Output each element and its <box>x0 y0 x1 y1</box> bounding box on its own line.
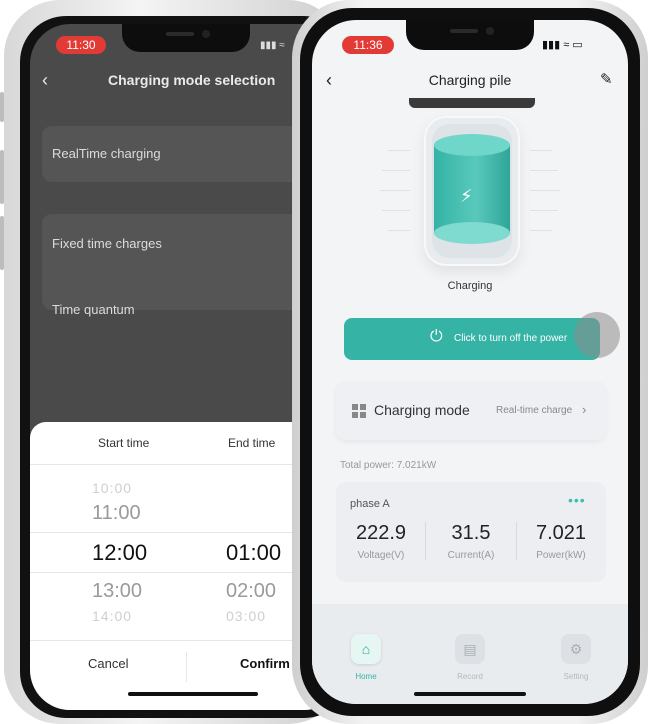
time-quantum-label: Time quantum <box>52 302 135 317</box>
back-arrow-icon[interactable]: ‹ <box>42 70 48 91</box>
voltage-value: 222.9 <box>355 522 407 544</box>
end-time-option[interactable]: 02:00 <box>226 580 276 603</box>
current-label: Current(A) <box>447 550 495 561</box>
tab-bar: ⌂ Home ▤ Record ⚙ Setting <box>312 604 628 704</box>
tab-label: Setting <box>563 672 589 681</box>
start-time-header: Start time <box>98 436 150 450</box>
page-title: Charging mode selection <box>108 72 276 88</box>
tab-label: Record <box>457 672 483 681</box>
signal-icon: ▮▮▮ ≈ <box>260 40 285 51</box>
tab-record[interactable]: ▤ Record <box>440 634 500 681</box>
option-label: RealTime charging <box>52 146 161 161</box>
tab-label: Home <box>355 672 377 681</box>
power-button-label: Click to turn off the power <box>454 333 568 344</box>
total-power: Total power: 7.021kW <box>340 460 437 471</box>
side-button <box>0 216 4 270</box>
cancel-button[interactable]: Cancel <box>88 656 128 671</box>
end-time-header: End time <box>228 436 276 450</box>
charger-top-bar <box>409 98 535 108</box>
status-time: 11:30 <box>56 36 106 54</box>
charging-mode-row[interactable]: Charging mode Real-time charge › <box>336 382 606 440</box>
charging-mode-label: Charging mode <box>374 402 470 418</box>
phase-card: phase A ••• 222.9 Voltage(V) 31.5 Curren… <box>336 482 606 582</box>
tab-home[interactable]: ⌂ Home <box>336 634 396 681</box>
option-label: Fixed time charges <box>52 236 162 251</box>
touch-indicator <box>574 312 620 358</box>
home-icon: ⌂ <box>351 634 381 664</box>
home-indicator <box>414 692 526 696</box>
power-icon: ⏻ <box>430 328 443 345</box>
grid-icon <box>352 404 366 418</box>
status-time: 11:36 <box>342 36 394 54</box>
power-value: 7.021 <box>535 522 587 544</box>
current-value: 31.5 <box>451 522 491 544</box>
lightning-bolt-icon: ⚡ <box>460 186 473 206</box>
charging-status: Charging <box>447 280 493 292</box>
front-phone-screen: 11:36 ▮▮▮ ≈ ▭ ‹ Charging pile ✎ ⚡ Chargi… <box>312 20 628 704</box>
status-icons: ▮▮▮ ≈ ▭ <box>542 39 583 51</box>
start-time-option[interactable]: 10:00 <box>92 480 132 496</box>
voltage-label: Voltage(V) <box>357 550 405 561</box>
start-time-option[interactable]: 14:00 <box>92 608 132 624</box>
page-title: Charging pile <box>428 72 512 88</box>
phase-name: phase A <box>350 498 390 510</box>
charging-mode-value: Real-time charge <box>496 405 573 416</box>
confirm-button[interactable]: Confirm <box>240 656 290 671</box>
more-dots-icon[interactable]: ••• <box>568 492 586 508</box>
start-time-option[interactable]: 11:00 <box>92 502 141 525</box>
home-indicator <box>128 692 258 696</box>
chevron-right-icon: › <box>582 402 587 417</box>
edit-icon[interactable]: ✎ <box>600 70 613 88</box>
power-off-button[interactable]: ⏻ Click to turn off the power <box>344 318 600 360</box>
record-icon: ▤ <box>455 634 485 664</box>
start-time-selected[interactable]: 12:00 <box>92 540 147 566</box>
side-button <box>0 92 4 122</box>
start-time-option[interactable]: 13:00 <box>92 580 142 603</box>
end-time-option[interactable]: 03:00 <box>226 608 266 624</box>
end-time-selected[interactable]: 01:00 <box>226 540 281 566</box>
notch <box>406 20 534 50</box>
power-label: Power(kW) <box>536 550 586 561</box>
notch <box>122 24 250 52</box>
gear-icon: ⚙ <box>561 634 591 664</box>
tab-setting[interactable]: ⚙ Setting <box>546 634 606 681</box>
side-button <box>0 150 4 204</box>
